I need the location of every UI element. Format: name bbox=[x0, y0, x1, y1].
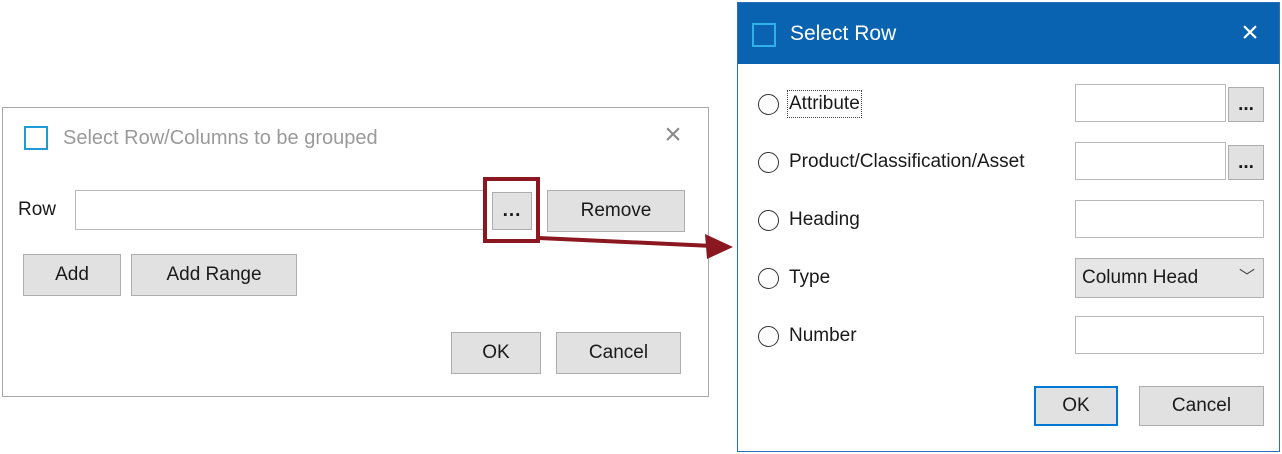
type-radio[interactable] bbox=[758, 268, 779, 289]
dialog-title: Select Row/Columns to be grouped bbox=[63, 127, 378, 149]
type-select[interactable]: Column Head ﹀ bbox=[1075, 258, 1264, 298]
attribute-input[interactable] bbox=[1075, 84, 1226, 122]
ok-button[interactable]: OK bbox=[451, 332, 541, 374]
window-icon bbox=[752, 23, 776, 47]
chevron-down-icon: ﹀ bbox=[1238, 269, 1255, 286]
number-input[interactable] bbox=[1075, 316, 1264, 354]
close-icon[interactable]: × bbox=[658, 120, 688, 150]
add-range-button[interactable]: Add Range bbox=[131, 254, 297, 296]
callout-arrow bbox=[538, 234, 733, 259]
row-input[interactable] bbox=[75, 190, 485, 230]
attribute-label: Attribute bbox=[787, 90, 862, 118]
heading-label: Heading bbox=[789, 209, 860, 230]
close-icon[interactable]: × bbox=[1235, 18, 1265, 48]
attribute-browse-button[interactable]: ... bbox=[1228, 87, 1264, 122]
window-icon bbox=[24, 126, 48, 150]
ok-button[interactable]: OK bbox=[1034, 386, 1118, 426]
heading-radio[interactable] bbox=[758, 210, 779, 231]
type-select-value: Column Head bbox=[1082, 267, 1199, 288]
product-browse-button[interactable]: ... bbox=[1228, 145, 1264, 180]
number-label: Number bbox=[789, 325, 857, 346]
product-label: Product/Classification/Asset bbox=[789, 151, 1025, 172]
type-label: Type bbox=[789, 267, 831, 288]
add-button[interactable]: Add bbox=[23, 254, 121, 296]
select-row-dialog: Select Row × Attribute ... Product/Class… bbox=[737, 2, 1280, 452]
callout-highlight bbox=[483, 177, 540, 243]
product-radio[interactable] bbox=[758, 152, 779, 173]
number-radio[interactable] bbox=[758, 326, 779, 347]
cancel-button[interactable]: Cancel bbox=[556, 332, 681, 374]
product-input[interactable] bbox=[1075, 142, 1226, 180]
heading-input[interactable] bbox=[1075, 200, 1264, 238]
cancel-button[interactable]: Cancel bbox=[1139, 386, 1264, 426]
attribute-radio[interactable] bbox=[758, 94, 779, 115]
dialog-title: Select Row bbox=[790, 22, 897, 45]
row-label: Row bbox=[18, 199, 57, 220]
